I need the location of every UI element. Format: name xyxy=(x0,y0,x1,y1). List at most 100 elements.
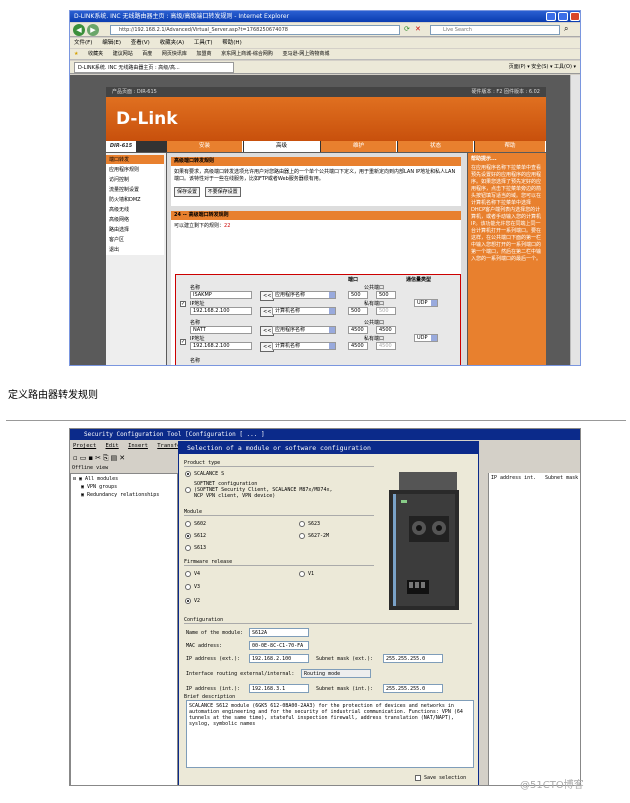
ie-window: D-LINK系统. INC 无线路由器主页 : 高级/高级端口转发规则 - In… xyxy=(69,10,581,366)
tab-advanced[interactable]: 高级 xyxy=(244,141,320,152)
menu-edit[interactable]: Edit xyxy=(106,443,119,449)
rule-enable-checkbox[interactable]: ✓ xyxy=(180,339,186,345)
fav-item[interactable]: 京东网上商城-综合网购 xyxy=(221,51,273,57)
sidebar-item-guest[interactable]: 客户区 xyxy=(106,235,164,245)
forward-icon[interactable]: ▶ xyxy=(87,24,99,36)
radio-s623[interactable] xyxy=(299,521,305,527)
stop-icon[interactable]: ✕ xyxy=(415,25,421,33)
page-scrollbar[interactable] xyxy=(570,75,580,365)
fav-item[interactable]: 亚马逊-网上购物商城 xyxy=(283,51,330,57)
refresh-icon[interactable]: ⟳ xyxy=(404,25,410,33)
public-port-start[interactable]: 500 xyxy=(348,291,368,299)
col-ip-int[interactable]: IP address int. xyxy=(491,475,536,481)
save-button[interactable]: 保存设置 xyxy=(174,187,201,197)
new-icon[interactable]: ▫ xyxy=(73,454,80,462)
tab-setup[interactable]: 安装 xyxy=(167,141,243,152)
menu-view[interactable]: 查看(V) xyxy=(131,40,150,46)
private-port-start[interactable]: 4500 xyxy=(348,342,368,350)
menu-tools[interactable]: 工具(T) xyxy=(194,40,213,46)
public-port-start[interactable]: 4500 xyxy=(348,326,368,334)
close-icon[interactable] xyxy=(570,12,580,21)
sidebar-item-port-forward[interactable]: 端口转发 xyxy=(106,155,164,165)
app-name-select[interactable]: 应用程序名称 xyxy=(272,326,336,334)
sidebar-item-logout[interactable]: 退出 xyxy=(106,245,164,255)
dont-save-button[interactable]: 不要保存设置 xyxy=(204,187,241,197)
help-text: 在应用程序名称下拉菜单中查看预先设置好的应用程序的应用程序。如果您选择了预先定好… xyxy=(471,165,542,262)
radio-v3[interactable] xyxy=(185,584,191,590)
radio-s612[interactable] xyxy=(185,533,191,539)
address-input[interactable]: http://192.168.2.1/Advanced/Virtual_Serv… xyxy=(110,25,400,35)
back-icon[interactable]: ◀ xyxy=(73,24,85,36)
fav-item[interactable]: 网页快讯库 xyxy=(162,51,187,57)
fav-item[interactable]: 加盟商 xyxy=(197,51,212,57)
menu-help[interactable]: 帮助(H) xyxy=(222,40,241,46)
sidebar-item-app-rules[interactable]: 应用程序规则 xyxy=(106,165,164,175)
browser-tab[interactable]: D-LINK系统. INC 无线路由器主页 : 高级/高... xyxy=(74,62,234,73)
private-port-start[interactable]: 500 xyxy=(348,307,368,315)
tab-status[interactable]: 状态 xyxy=(398,141,474,152)
help-panel: 帮助提示... 在应用程序名称下拉菜单中查看预先设置好的应用程序的应用程序。如果… xyxy=(468,153,546,365)
mac-input[interactable]: 00-0E-8C-C1-70-FA xyxy=(249,641,309,650)
mask-int-input[interactable]: 255.255.255.0 xyxy=(383,684,443,693)
radio-v1[interactable] xyxy=(299,571,305,577)
menu-project[interactable]: Project xyxy=(73,443,96,449)
group-divider xyxy=(184,623,472,624)
sidebar-item-adv-network[interactable]: 高级网络 xyxy=(106,215,164,225)
rule-ip-input[interactable]: 192.168.2.100 xyxy=(190,307,252,315)
mask-ext-input[interactable]: 255.255.255.0 xyxy=(383,654,443,663)
radio-s602[interactable] xyxy=(185,521,191,527)
menu-insert[interactable]: Insert xyxy=(128,443,148,449)
radio-v4[interactable] xyxy=(185,571,191,577)
paste-icon[interactable]: ▤ xyxy=(111,454,120,462)
computer-name-select[interactable]: 计算机名称 xyxy=(272,342,336,350)
fav-item[interactable]: 建议网站 xyxy=(113,51,133,57)
tree-item[interactable]: ▣ Redundancy relationships xyxy=(73,491,175,499)
tree-item[interactable]: ▣ VPN groups xyxy=(73,483,175,491)
radio-softnet[interactable] xyxy=(185,487,191,493)
save-selection-checkbox[interactable] xyxy=(415,775,421,781)
sidebar-item-routing[interactable]: 路由选择 xyxy=(106,225,164,235)
menu-edit[interactable]: 编辑(E) xyxy=(102,40,121,46)
copy-icon[interactable]: ⎘ xyxy=(103,454,111,462)
fav-item[interactable]: 百度 xyxy=(142,51,152,57)
fav-item[interactable]: 收藏夹 xyxy=(88,51,103,57)
menu-favorites[interactable]: 收藏夹(A) xyxy=(160,40,185,46)
radio-scalance-s[interactable] xyxy=(185,471,191,477)
maximize-icon[interactable] xyxy=(558,12,568,21)
routing-mode-select[interactable]: Routing mode xyxy=(301,669,371,678)
minimize-icon[interactable] xyxy=(546,12,556,21)
tab-help[interactable]: 帮助 xyxy=(475,141,546,152)
delete-icon[interactable]: ✕ xyxy=(119,454,127,462)
menu-file[interactable]: 文件(F) xyxy=(74,40,92,46)
sidebar-item-firewall[interactable]: 防火墙和DMZ xyxy=(106,195,164,205)
tab-maintenance[interactable]: 维护 xyxy=(321,141,397,152)
rule-enable-checkbox[interactable]: ✓ xyxy=(180,301,186,307)
caption: 定义路由器转发规则 xyxy=(8,390,98,401)
computer-name-select[interactable]: 计算机名称 xyxy=(272,307,336,315)
rule-ip-input[interactable]: 192.168.2.100 xyxy=(190,342,252,350)
rule-name-input[interactable]: NATT xyxy=(190,326,252,334)
radio-v2[interactable] xyxy=(185,598,191,604)
traffic-type-select[interactable]: UDP xyxy=(414,299,438,307)
cut-icon[interactable]: ✂ xyxy=(95,454,103,462)
traffic-type-select[interactable]: UDP xyxy=(414,334,438,342)
rule-name-input[interactable]: ISAKMP xyxy=(190,291,252,299)
module-name-input[interactable]: S612A xyxy=(249,628,309,637)
live-search-input[interactable]: Live Search xyxy=(430,25,560,35)
app-name-select[interactable]: 应用程序名称 xyxy=(272,291,336,299)
ip-ext-input[interactable]: 192.168.2.100 xyxy=(249,654,309,663)
radio-s627-2m[interactable] xyxy=(299,533,305,539)
sidebar-item-access-control[interactable]: 访问控制 xyxy=(106,175,164,185)
radio-s613[interactable] xyxy=(185,545,191,551)
ie-command-bar[interactable]: 页面(P) ▾ 安全(S) ▾ 工具(O) ▾ xyxy=(509,61,576,74)
tree-item[interactable]: ⊟ ▣ All modules xyxy=(73,475,175,483)
public-port-end[interactable]: 500 xyxy=(376,291,396,299)
col-subnet-mask[interactable]: Subnet mask xyxy=(545,475,578,481)
sidebar-item-traffic[interactable]: 流量控制设置 xyxy=(106,185,164,195)
public-port-label: 公共端口 xyxy=(364,320,385,326)
public-port-end[interactable]: 4500 xyxy=(376,326,396,334)
ip-int-input[interactable]: 192.168.3.1 xyxy=(249,684,309,693)
search-icon[interactable]: ⌕ xyxy=(564,24,568,34)
hw-fw-version: 硬件版本 : F2 固件版本 : 6.02 xyxy=(471,89,540,95)
sidebar-item-adv-wireless[interactable]: 高级无线 xyxy=(106,205,164,215)
